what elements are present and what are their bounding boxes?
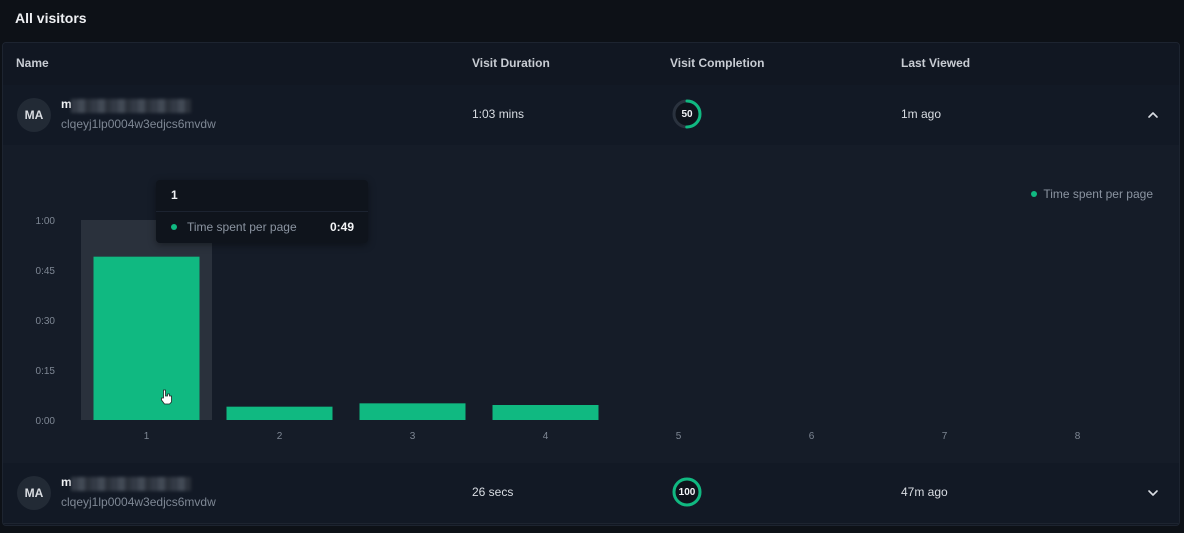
x-tick-label: 1 — [144, 431, 150, 442]
column-header-name[interactable]: Name — [16, 56, 49, 70]
y-tick-label: 1:00 — [36, 216, 56, 227]
redacted-name-blur — [71, 477, 191, 491]
page-title: All visitors — [15, 10, 87, 26]
x-tick-label: 7 — [942, 431, 948, 442]
bar — [492, 405, 599, 420]
x-tick-label: 8 — [1075, 431, 1081, 442]
chevron-up-icon[interactable] — [1143, 105, 1163, 125]
bar — [359, 403, 466, 420]
y-tick-label: 0:15 — [36, 366, 56, 377]
chevron-down-icon[interactable] — [1143, 483, 1163, 503]
x-tick-label: 4 — [543, 431, 549, 442]
bar — [226, 406, 333, 420]
completion-value: 50 — [681, 108, 693, 120]
column-header-last-viewed[interactable]: Last Viewed — [901, 56, 970, 70]
tooltip-divider — [156, 211, 368, 212]
chart-tooltip: 1 Time spent per page 0:49 — [156, 180, 368, 243]
table-row[interactable]: MA m clqeyj1lp0004w3edjcs6mvdw 26 secs 1… — [3, 463, 1179, 524]
x-tick-label: 6 — [809, 431, 815, 442]
y-tick-label: 0:45 — [36, 266, 56, 277]
redacted-name-blur — [71, 99, 191, 113]
avatar: MA — [17, 98, 51, 132]
tooltip-value: 0:49 — [329, 220, 354, 234]
avatar: MA — [17, 476, 51, 510]
y-tick-label: 0:30 — [36, 316, 56, 327]
visitor-id: clqeyj1lp0004w3edjcs6mvdw — [61, 117, 216, 131]
tooltip-row: Time spent per page 0:49 — [171, 219, 354, 237]
table-header: Name Visit Duration Visit Completion Las… — [3, 43, 1179, 86]
x-tick-label: 3 — [410, 431, 416, 442]
visit-duration: 1:03 mins — [472, 107, 525, 121]
y-tick-label: 0:00 — [36, 416, 56, 427]
visitors-table: Name Visit Duration Visit Completion Las… — [2, 42, 1180, 526]
tooltip-dot — [171, 224, 177, 230]
tooltip-label: Time spent per page — [187, 220, 297, 234]
tooltip-title: 1 — [171, 188, 178, 202]
x-tick-label: 5 — [676, 431, 682, 442]
column-header-completion[interactable]: Visit Completion — [670, 56, 764, 70]
page-time-chart-panel: Time spent per page 0:00 0:15 0:30 0:45 1:00… — [3, 145, 1179, 464]
visitor-id: clqeyj1lp0004w3edjcs6mvdw — [61, 495, 216, 509]
table-row[interactable]: MA m clqeyj1lp0004w3edjcs6mvdw 1:03 mins… — [3, 85, 1179, 146]
x-tick-label: 2 — [277, 431, 283, 442]
visitor-name: m — [61, 475, 201, 491]
completion-ring: 50 — [671, 98, 703, 130]
visitor-name: m — [61, 97, 201, 113]
last-viewed: 47m ago — [901, 485, 948, 499]
visit-duration: 26 secs — [472, 485, 514, 499]
bar — [93, 256, 200, 420]
completion-ring: 100 — [671, 476, 703, 508]
column-header-duration[interactable]: Visit Duration — [472, 56, 550, 70]
completion-value: 100 — [678, 486, 696, 498]
last-viewed: 1m ago — [901, 107, 942, 121]
